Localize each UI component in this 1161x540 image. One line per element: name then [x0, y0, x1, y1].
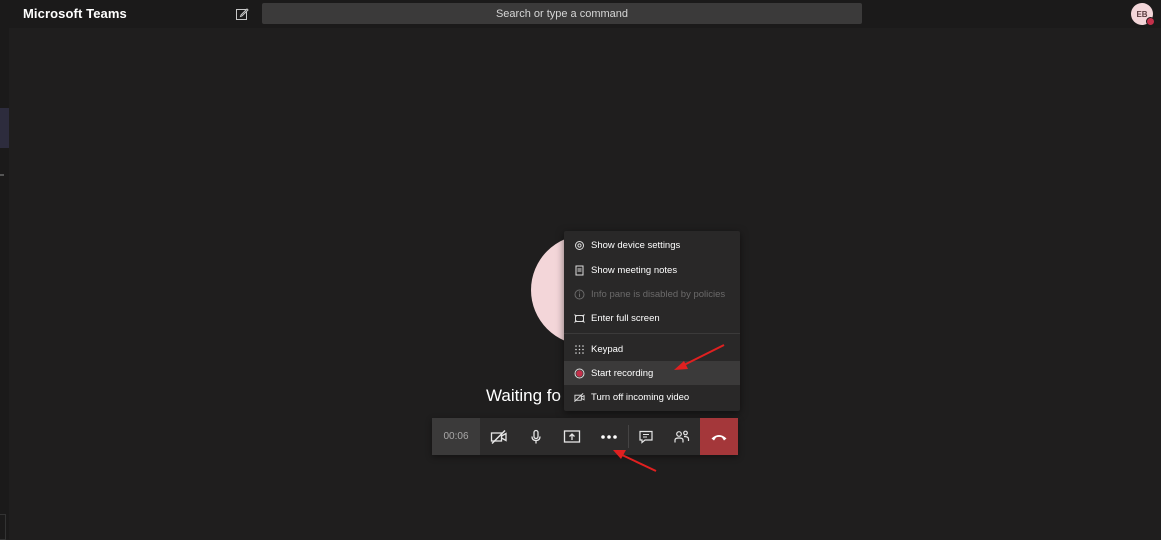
notes-icon [574, 265, 585, 276]
show-participants-button[interactable] [664, 418, 700, 455]
info-icon [574, 289, 585, 300]
menu-item-info-pane: Info pane is disabled by policies [564, 282, 740, 306]
gear-icon [574, 240, 585, 251]
more-actions-button[interactable] [591, 418, 627, 455]
hang-up-button[interactable] [700, 418, 738, 455]
search-input[interactable] [262, 3, 862, 24]
presence-status-badge [1146, 17, 1155, 26]
menu-item-turn-off-incoming-video[interactable]: Turn off incoming video [564, 385, 740, 409]
record-icon [574, 368, 585, 379]
call-status-text: Waiting fo [486, 386, 561, 405]
compose-icon [236, 8, 249, 20]
menu-item-enter-full-screen[interactable]: Enter full screen [564, 306, 740, 330]
menu-item-start-recording[interactable]: Start recording [564, 361, 740, 385]
camera-toggle-button[interactable] [481, 418, 517, 455]
fullscreen-icon [574, 313, 585, 324]
menu-item-label: Info pane is disabled by policies [591, 288, 726, 300]
left-rail-active-item[interactable] [0, 108, 9, 148]
menu-item-label: Show meeting notes [591, 264, 678, 276]
camera-off-icon [490, 429, 507, 444]
new-chat-button[interactable] [234, 6, 250, 22]
menu-item-label: Enter full screen [591, 312, 660, 324]
menu-item-label: Turn off incoming video [591, 391, 690, 403]
menu-item-label: Keypad [591, 343, 624, 355]
title-bar: Microsoft Teams EB [0, 0, 1161, 28]
more-actions-menu: Show device settings Show meeting notes … [564, 231, 740, 411]
microphone-icon [531, 429, 541, 443]
chat-icon [639, 430, 653, 444]
left-rail [0, 28, 9, 540]
video-off-icon [574, 392, 585, 403]
left-rail-divider [0, 174, 4, 176]
app-title: Microsoft Teams [23, 6, 127, 21]
call-controls-bar: 00:06 [432, 418, 738, 455]
left-rail-bottom-item[interactable] [0, 514, 6, 540]
menu-item-label: Start recording [591, 367, 654, 379]
call-timer: 00:06 [432, 418, 480, 455]
show-conversation-button[interactable] [628, 418, 664, 455]
mic-toggle-button[interactable] [518, 418, 554, 455]
menu-item-show-meeting-notes[interactable]: Show meeting notes [564, 258, 740, 282]
share-screen-icon [563, 429, 581, 443]
phone-hangup-icon [711, 434, 727, 440]
share-screen-button[interactable] [554, 418, 590, 455]
menu-item-label: Show device settings [591, 239, 681, 251]
menu-item-keypad[interactable]: Keypad [564, 337, 740, 361]
more-options-icon [601, 434, 617, 439]
keypad-icon [574, 344, 585, 355]
participants-icon [674, 430, 690, 442]
menu-divider [564, 333, 740, 334]
menu-item-show-device-settings[interactable]: Show device settings [564, 233, 740, 257]
